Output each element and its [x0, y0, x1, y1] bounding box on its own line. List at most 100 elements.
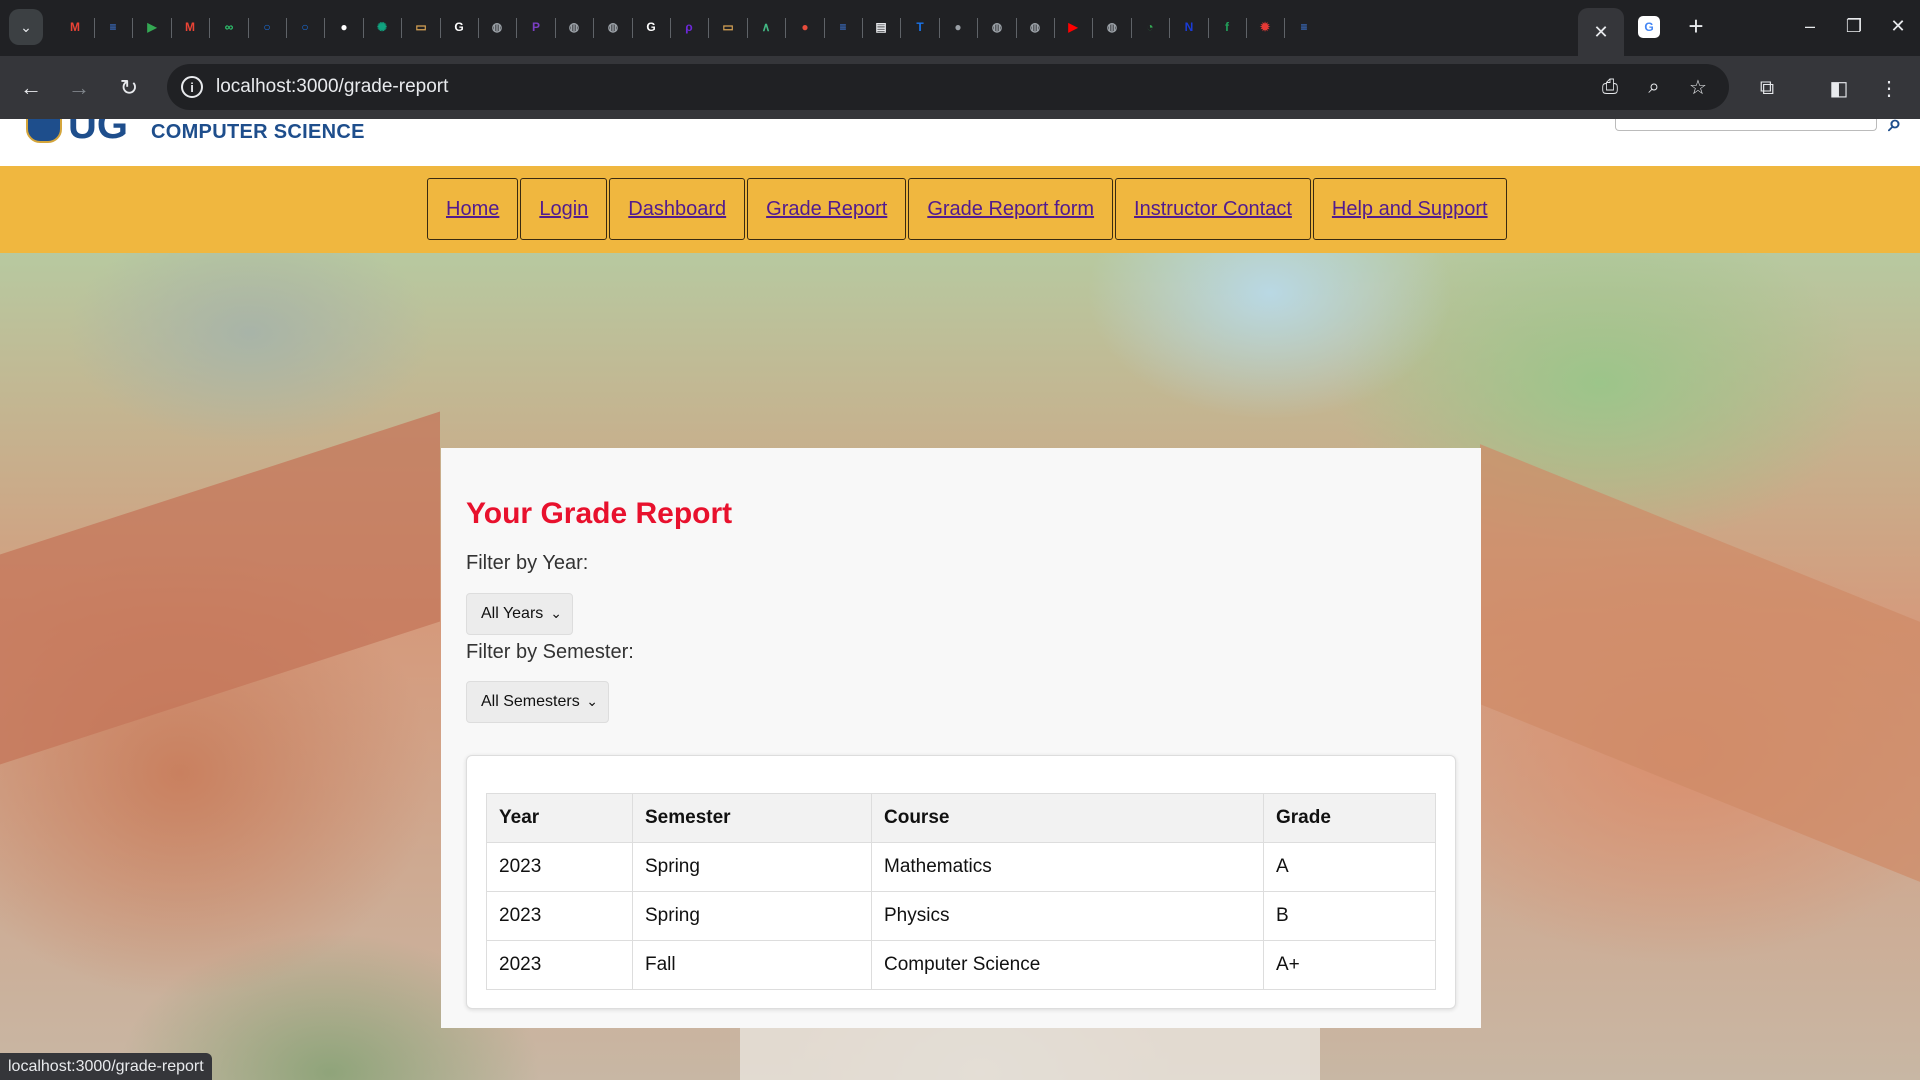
tab-separator: [785, 18, 786, 38]
newspaper-icon[interactable]: ▤: [870, 16, 892, 38]
globe-icon[interactable]: ◍: [486, 16, 508, 38]
search-icon[interactable]: ⌕: [1882, 119, 1908, 137]
github-icon[interactable]: ●: [333, 16, 355, 38]
page-title: Your Grade Report: [466, 497, 733, 530]
p-stylized-icon[interactable]: ρ: [678, 16, 700, 38]
google-icon[interactable]: G: [1638, 16, 1660, 38]
restore-icon[interactable]: ❐: [1834, 10, 1874, 42]
chevron-down-icon: ⌄: [550, 605, 562, 621]
google-icon[interactable]: G: [640, 16, 662, 38]
globe-icon[interactable]: ◍: [602, 16, 624, 38]
tab-separator: [824, 18, 825, 38]
tab-strip: ⌄ M ≡ ▶ M ∞ ○ ○ ● ✺ ▭ G ◍ P ◍ ◍ Gρ ▭ ∧ ● ≡ ▤ T ● ◍ ◍ ▶ ◍ ◔ Nf ✹ ≡ ✕ G …: [0, 0, 1920, 56]
university-crest-icon: [26, 119, 62, 143]
pill-icon[interactable]: ●: [794, 16, 816, 38]
main-navbar: Home Login Dashboard Grade Report Grade …: [0, 166, 1920, 253]
tab-separator: [1284, 18, 1285, 38]
globe-icon[interactable]: ◍: [563, 16, 585, 38]
page-viewport: UG COMPUTER SCIENCE ⌕ Home Login Dashboa…: [0, 119, 1920, 1080]
tab-separator: [132, 18, 133, 38]
p-icon[interactable]: P: [525, 16, 547, 38]
tab-separator: [1092, 18, 1093, 38]
new-tab-button[interactable]: +: [1680, 10, 1712, 42]
apple-icon[interactable]: ●: [947, 16, 969, 38]
docs-icon[interactable]: ≡: [832, 16, 854, 38]
tab-separator: [747, 18, 748, 38]
play-icon[interactable]: ▶: [141, 16, 163, 38]
youtube-icon[interactable]: ▶: [1062, 16, 1084, 38]
nav-home[interactable]: Home: [427, 178, 519, 240]
link-icon[interactable]: ∞: [218, 16, 240, 38]
ring-icon[interactable]: ○: [294, 16, 316, 38]
ring-icon[interactable]: ○: [256, 16, 278, 38]
n-icon[interactable]: N: [1178, 16, 1200, 38]
close-tab-icon[interactable]: ✕: [1593, 22, 1608, 43]
site-search-input[interactable]: [1615, 119, 1877, 131]
tab-separator: [1208, 18, 1209, 38]
nav-login[interactable]: Login: [520, 178, 608, 240]
address-bar[interactable]: i localhost:3000/grade-report ⎙ ⌕ ☆: [167, 64, 1729, 110]
close-window-icon[interactable]: ✕: [1878, 10, 1918, 42]
background-roof-right: [1480, 444, 1920, 882]
gmail-icon[interactable]: M: [179, 16, 201, 38]
nav-instructor-contact[interactable]: Instructor Contact: [1115, 178, 1311, 240]
minimize-icon[interactable]: –: [1790, 10, 1830, 42]
table-row: 2023 Spring Mathematics A: [486, 842, 1436, 892]
cell-semester: Spring: [632, 842, 872, 892]
background-roof-left: [0, 411, 440, 765]
nav-help-and-support[interactable]: Help and Support: [1312, 178, 1507, 240]
chatgpt-icon[interactable]: ✺: [371, 16, 393, 38]
tab-separator: [632, 18, 633, 38]
gmail-icon[interactable]: M: [64, 16, 86, 38]
year-filter-select[interactable]: All Years ⌄: [466, 593, 573, 635]
docs-icon[interactable]: ≡: [1293, 16, 1315, 38]
tab-separator: [478, 18, 479, 38]
extensions-icon[interactable]: ⧉: [1750, 71, 1784, 105]
column-header-year: Year: [486, 793, 633, 843]
back-icon[interactable]: ←: [14, 71, 48, 105]
zoom-icon[interactable]: ⌕: [1639, 72, 1669, 102]
side-panel-icon[interactable]: ◧: [1822, 71, 1856, 105]
menu-icon[interactable]: ⋮: [1872, 71, 1906, 105]
active-tab[interactable]: ✕: [1578, 8, 1624, 56]
forward-icon[interactable]: →: [62, 71, 96, 105]
nav-grade-report-form[interactable]: Grade Report form: [908, 178, 1114, 240]
site-info-icon[interactable]: i: [181, 76, 203, 98]
cell-semester: Fall: [632, 940, 872, 990]
spinner-icon[interactable]: ◔: [1139, 16, 1161, 38]
tab-separator: [324, 18, 325, 38]
tab-separator: [670, 18, 671, 38]
tab-separator: [862, 18, 863, 38]
semester-filter-select[interactable]: All Semesters ⌄: [466, 681, 609, 723]
cell-course: Mathematics: [871, 842, 1264, 892]
docs-icon[interactable]: ≡: [102, 16, 124, 38]
image-icon[interactable]: ▭: [717, 16, 739, 38]
url-text[interactable]: localhost:3000/grade-report: [216, 76, 448, 98]
google-icon[interactable]: G: [448, 16, 470, 38]
table-header-row: Year Semester Course Grade: [486, 793, 1436, 843]
nav-dashboard[interactable]: Dashboard: [609, 178, 746, 240]
f-icon[interactable]: f: [1216, 16, 1238, 38]
globe-icon[interactable]: ◍: [1101, 16, 1123, 38]
tab-separator: [1131, 18, 1132, 38]
campus-background-image: Your Grade Report Filter by Year: All Ye…: [0, 253, 1920, 1080]
globe-icon[interactable]: ◍: [986, 16, 1008, 38]
tt-icon[interactable]: T: [909, 16, 931, 38]
tab-separator: [248, 18, 249, 38]
tab-separator: [363, 18, 364, 38]
vue-icon[interactable]: ∧: [755, 16, 777, 38]
image-icon[interactable]: ▭: [410, 16, 432, 38]
column-header-course: Course: [871, 793, 1264, 843]
install-app-icon[interactable]: ⎙: [1595, 72, 1625, 102]
tab-search-icon[interactable]: ⌄: [9, 9, 43, 45]
tab-separator: [977, 18, 978, 38]
tab-separator: [1016, 18, 1017, 38]
gear-red-icon[interactable]: ✹: [1254, 16, 1276, 38]
logo-subtitle: COMPUTER SCIENCE: [151, 121, 365, 143]
nav-grade-report[interactable]: Grade Report: [747, 178, 907, 240]
globe-icon[interactable]: ◍: [1024, 16, 1046, 38]
cell-course: Physics: [871, 891, 1264, 941]
reload-icon[interactable]: ↻: [112, 71, 146, 105]
bookmark-star-icon[interactable]: ☆: [1683, 72, 1713, 102]
cell-year: 2023: [486, 940, 633, 990]
